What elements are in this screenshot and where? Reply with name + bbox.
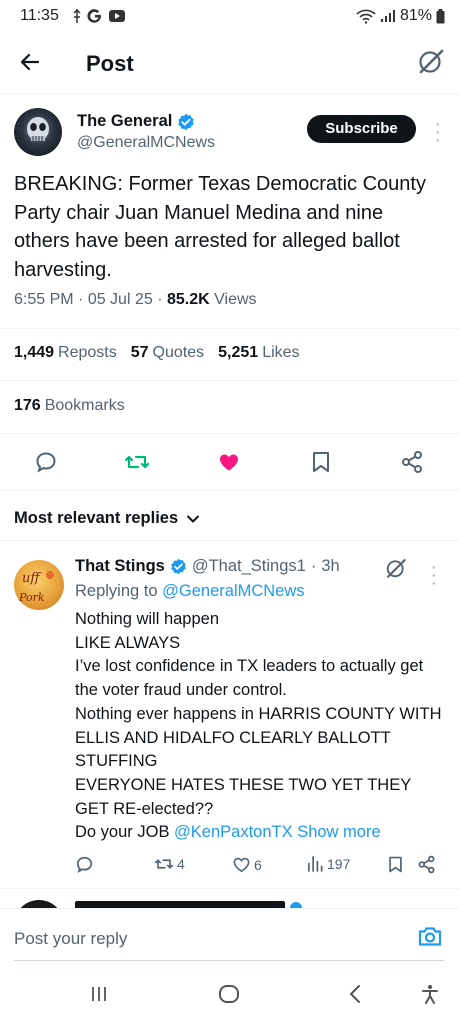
recent-apps-icon[interactable] <box>89 984 109 1004</box>
reply-icon[interactable] <box>75 855 94 874</box>
reply-action-bar: 4 6 197 <box>75 855 445 877</box>
battery-icon <box>436 8 445 23</box>
composer-underline <box>14 960 444 961</box>
reply-composer: Post your reply <box>0 908 459 961</box>
status-bar: 11:35 81% <box>0 0 459 32</box>
replying-to-handle[interactable]: @GeneralMCNews <box>162 582 304 600</box>
reply-line: EVERYONE HATES THESE TWO YET THEY GET RE… <box>75 775 411 818</box>
next-reply-avatar[interactable] <box>14 900 64 908</box>
reply-line-last: Do your JOB @KenPaxtonTX Show more <box>75 823 381 842</box>
status-right: 81% <box>356 7 445 25</box>
reply-time: 3h <box>321 557 340 575</box>
heart-icon <box>233 857 250 873</box>
replies-sort-dropdown[interactable]: Most relevant replies <box>14 509 200 528</box>
reply-like-count: 6 <box>254 856 262 873</box>
chevron-down-icon <box>187 515 200 522</box>
reply-separator: · <box>310 557 317 575</box>
bookmark-icon[interactable] <box>310 450 332 474</box>
author-name-row[interactable]: The General <box>77 112 195 131</box>
reply-line: LIKE ALWAYS <box>75 633 181 652</box>
post-text: BREAKING: Former Texas Democratic County… <box>14 173 426 281</box>
divider <box>0 888 459 889</box>
bookmark-icon[interactable] <box>387 855 404 874</box>
post-date: 05 Jul 25 <box>87 291 153 308</box>
next-reply-header <box>75 901 285 908</box>
divider <box>0 328 459 329</box>
svg-text:Pork: Pork <box>18 591 45 604</box>
likes-stat[interactable]: 5,251 Likes <box>218 344 299 362</box>
quotes-stat[interactable]: 57 Quotes <box>131 344 204 362</box>
camera-icon[interactable] <box>417 924 443 948</box>
top-app-bar: Post <box>0 32 459 94</box>
status-notification-icons <box>72 8 126 24</box>
post-action-bar <box>0 440 459 482</box>
show-more-link[interactable]: Show more <box>297 823 380 841</box>
views-icon <box>308 856 323 872</box>
verified-badge-icon <box>178 113 195 130</box>
usb-icon <box>73 8 81 23</box>
verified-badge-icon <box>171 558 186 575</box>
battery-percent: 81% <box>399 7 432 24</box>
more-options-icon[interactable]: · · · <box>434 114 441 150</box>
bookmarks-stat[interactable]: 176 Bookmarks <box>14 397 125 415</box>
author-avatar[interactable] <box>14 108 62 156</box>
home-icon[interactable] <box>218 984 240 1004</box>
reply-repost-count: 4 <box>177 856 185 872</box>
reply-text: Nothing will happen LIKE ALWAYS I’ve los… <box>75 608 445 845</box>
more-options-icon[interactable]: · · · <box>430 557 437 593</box>
reply-line: Nothing will happen <box>75 610 220 628</box>
reply-line: I’ve lost confidence in TX leaders to ac… <box>75 657 424 700</box>
reply-view-count: 197 <box>327 855 351 872</box>
back-arrow-icon[interactable] <box>18 50 42 74</box>
share-icon[interactable] <box>417 855 436 874</box>
replies-sort-label[interactable]: Most relevant replies <box>14 509 178 528</box>
replying-to: Replying to @GeneralMCNews <box>75 582 305 600</box>
grok-icon[interactable] <box>417 47 445 75</box>
subscribe-button[interactable]: Subscribe <box>307 115 416 143</box>
divider <box>0 490 459 491</box>
reply-author-handle[interactable]: @That_Stings1 <box>192 557 306 576</box>
reply-repost-button[interactable]: 4 <box>154 855 185 873</box>
reply-icon[interactable] <box>34 450 58 474</box>
reply-line: Nothing ever happens in HARRIS COUNTY WI… <box>75 704 442 771</box>
repost-icon <box>154 859 174 869</box>
reply-header: That Stings @That_Stings1 · 3h <box>75 557 340 576</box>
divider <box>0 433 459 434</box>
heart-icon[interactable] <box>217 450 241 474</box>
next-reply-partial <box>0 890 459 908</box>
system-nav-bar <box>0 968 459 1024</box>
status-time: 11:35 <box>20 7 59 24</box>
share-icon[interactable] <box>400 450 424 474</box>
engagement-stats: 1,449 Reposts 57 Quotes 5,251 Likes <box>14 344 300 362</box>
nav-back-icon[interactable] <box>348 984 362 1004</box>
signal-icon <box>380 10 395 22</box>
post-meta: 6:55 PM · 05 Jul 25 · 85.2K Views <box>14 291 257 308</box>
post-views-label: Views <box>214 291 257 308</box>
reply-like-button[interactable]: 6 <box>232 855 262 874</box>
reply-avatar[interactable]: uff Pork <box>14 560 64 610</box>
post-time: 6:55 PM <box>14 291 74 308</box>
page-title: Post <box>86 51 134 76</box>
google-icon <box>87 9 101 23</box>
divider <box>0 540 459 541</box>
author-handle[interactable]: @GeneralMCNews <box>77 134 215 152</box>
repost-icon[interactable] <box>124 450 150 474</box>
reply-input[interactable]: Post your reply <box>14 929 127 949</box>
grok-icon[interactable] <box>385 557 407 579</box>
mention-link[interactable]: @KenPaxtonTX <box>174 823 293 841</box>
reposts-stat[interactable]: 1,449 Reposts <box>14 344 117 362</box>
author-name[interactable]: The General <box>77 112 172 131</box>
reply-views-button[interactable]: 197 <box>307 855 350 872</box>
youtube-icon <box>109 10 125 22</box>
accessibility-icon[interactable] <box>420 984 440 1004</box>
divider <box>0 380 459 381</box>
post-views-count: 85.2K <box>166 291 210 308</box>
reply-author-name[interactable]: That Stings <box>75 557 165 576</box>
svg-text:uff: uff <box>22 571 42 586</box>
wifi-icon <box>356 9 376 24</box>
